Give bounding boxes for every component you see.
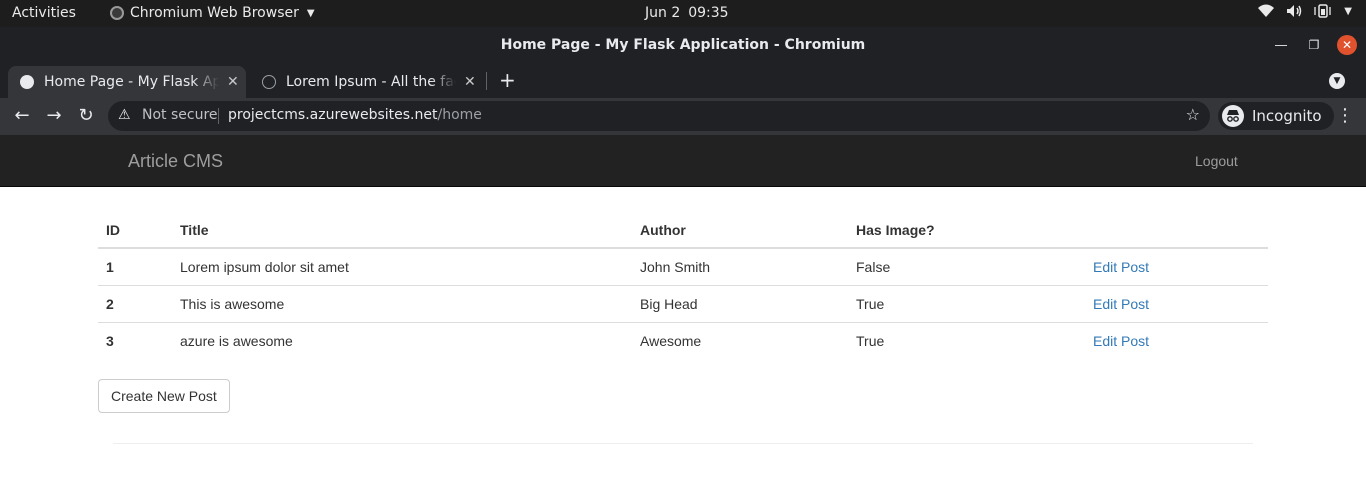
maximize-button[interactable]: ❐ xyxy=(1304,35,1324,55)
cell-author: John Smith xyxy=(640,258,711,275)
column-header-author: Author xyxy=(632,212,848,249)
globe-icon xyxy=(20,75,34,89)
tab-lorem-ipsum[interactable]: Lorem Ipsum - All the facts ✕ xyxy=(250,66,486,98)
minimize-button[interactable]: ― xyxy=(1271,35,1291,55)
tab-search-icon[interactable]: ▼ xyxy=(1329,73,1345,89)
wifi-icon xyxy=(1258,4,1275,18)
url-host: projectcms.azurewebsites.net xyxy=(228,107,438,123)
tab-close-icon[interactable]: ✕ xyxy=(464,74,476,90)
battery-icon xyxy=(1314,4,1332,18)
clock[interactable]: Jun 2 09:35 xyxy=(645,5,729,21)
cell-action: Edit Post xyxy=(1085,248,1268,285)
footer-divider xyxy=(113,443,1253,444)
forward-button[interactable]: → xyxy=(44,106,64,126)
clock-date: Jun 2 xyxy=(645,5,681,21)
cell-author: Big Head xyxy=(632,284,848,322)
cell-author: Awesome xyxy=(632,321,848,359)
system-status-area[interactable]: ▼ xyxy=(1258,4,1352,18)
cell-title: This is awesome xyxy=(172,284,632,322)
browser-menu-icon[interactable]: ⋮ xyxy=(1336,105,1354,126)
app-menu-label: Chromium Web Browser xyxy=(130,5,299,21)
back-button[interactable]: ← xyxy=(12,106,32,126)
cell-title: azure is awesome xyxy=(172,321,632,359)
edit-post-link[interactable]: Edit Post xyxy=(1093,333,1149,349)
table-row: 1 Lorem ipsum dolor sit amet John Smith … xyxy=(98,248,1268,285)
window-title-bar: Home Page - My Flask Application - Chrom… xyxy=(0,27,1366,62)
cell-id: 3 xyxy=(98,321,172,359)
tab-close-icon[interactable]: ✕ xyxy=(227,74,239,90)
table-header-row: ID Title Author Has Image? xyxy=(98,212,1268,249)
browser-toolbar: ← → ↻ ⚠ Not secure projectcms.azurewebsi… xyxy=(0,98,1366,135)
brand-link[interactable]: Article CMS xyxy=(128,151,223,172)
new-tab-button[interactable]: + xyxy=(499,70,516,90)
column-header-actions xyxy=(1085,212,1268,249)
column-header-has-image: Has Image? xyxy=(848,212,1085,249)
os-top-bar: Activities Chromium Web Browser ▼ Jun 2 0… xyxy=(0,0,1366,27)
posts-table-container: ID Title Author Has Image? 1 Lorem ipsum… xyxy=(98,212,1268,359)
tab-divider xyxy=(486,72,487,90)
loading-icon xyxy=(262,75,276,89)
cell-action: Edit Post xyxy=(1085,284,1268,322)
app-menu[interactable]: Chromium Web Browser ▼ xyxy=(110,5,315,21)
incognito-label: Incognito xyxy=(1252,107,1322,125)
tab-home-page[interactable]: Home Page - My Flask Application ✕ xyxy=(8,66,246,98)
posts-table: ID Title Author Has Image? 1 Lorem ipsum… xyxy=(98,212,1268,359)
window-title: Home Page - My Flask Application - Chrom… xyxy=(500,37,866,53)
incognito-profile-button[interactable]: Incognito xyxy=(1218,102,1334,130)
tab-strip: Home Page - My Flask Application ✕ Lorem… xyxy=(0,62,1366,98)
warning-icon[interactable]: ⚠ xyxy=(118,107,131,123)
site-navbar: Article CMS Logout xyxy=(0,135,1366,187)
power-menu-caret-icon: ▼ xyxy=(1344,5,1352,17)
column-header-title: Title xyxy=(172,212,632,249)
create-new-post-button[interactable]: Create New Post xyxy=(98,379,230,413)
cell-has-image: True xyxy=(848,284,1085,322)
reload-button[interactable]: ↻ xyxy=(76,106,96,126)
cell-has-image: False xyxy=(856,258,891,275)
address-bar[interactable]: ⚠ Not secure projectcms.azurewebsites.ne… xyxy=(108,101,1210,131)
url-text[interactable]: projectcms.azurewebsites.net/home xyxy=(228,107,482,123)
cell-id: 1 xyxy=(106,258,114,275)
close-window-button[interactable]: ✕ xyxy=(1337,35,1357,55)
activities-button[interactable]: Activities xyxy=(12,5,76,21)
edit-post-link[interactable]: Edit Post xyxy=(1093,259,1149,275)
omnibox-divider xyxy=(218,108,219,124)
clock-time: 09:35 xyxy=(688,5,729,21)
incognito-icon xyxy=(1222,105,1244,127)
column-header-id: ID xyxy=(98,212,172,249)
cell-action: Edit Post xyxy=(1085,321,1268,359)
tab-title: Lorem Ipsum - All the facts xyxy=(286,74,456,90)
caret-down-icon: ▼ xyxy=(306,7,315,19)
logout-link[interactable]: Logout xyxy=(1195,153,1238,169)
table-row: 3 azure is awesome Awesome True Edit Pos… xyxy=(98,321,1268,359)
tab-title: Home Page - My Flask Application xyxy=(44,74,219,90)
cell-title: Lorem ipsum dolor sit amet xyxy=(180,258,349,275)
cell-id: 2 xyxy=(98,284,172,322)
chromium-icon xyxy=(110,6,124,20)
cell-has-image: True xyxy=(848,321,1085,359)
bookmark-star-icon[interactable]: ☆ xyxy=(1186,105,1200,124)
security-label[interactable]: Not secure xyxy=(142,107,218,123)
table-row: 2 This is awesome Big Head True Edit Pos… xyxy=(98,284,1268,322)
edit-post-link[interactable]: Edit Post xyxy=(1093,296,1149,312)
volume-icon xyxy=(1286,4,1302,18)
url-path: /home xyxy=(437,107,482,123)
